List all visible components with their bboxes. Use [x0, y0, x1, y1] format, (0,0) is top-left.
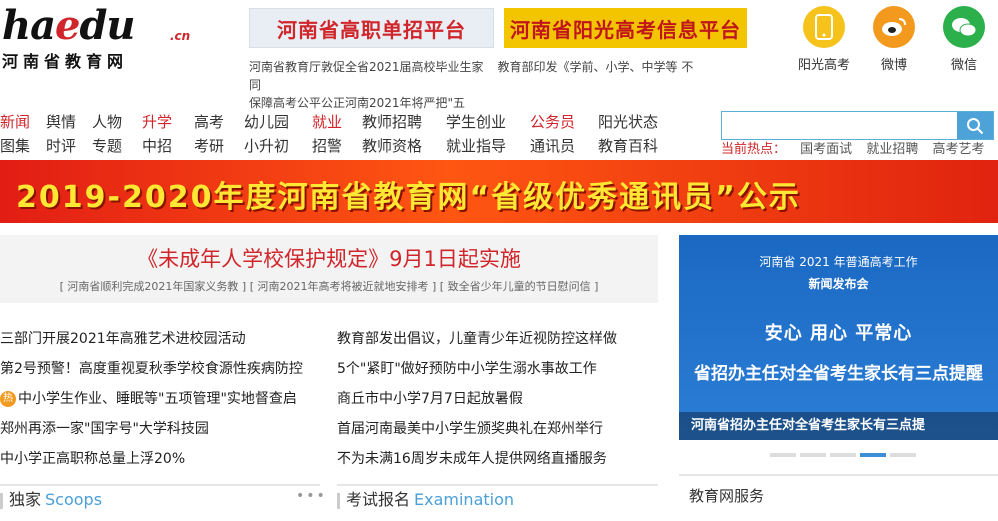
nav-row-secondary: 图集 时评 专题 中招 考研 小升初 招警 教师资格 就业指导 通讯员 教育百科 [0, 134, 700, 158]
more-icon[interactable]: ••• [296, 488, 327, 504]
nav-item-topics[interactable]: 专题 [92, 134, 128, 158]
nav-item-kindergarten[interactable]: 幼儿园 [244, 110, 298, 134]
news-link[interactable]: 首届河南最美中小学生颁奖典礼在郑州举行 [337, 421, 603, 437]
nav-item-zhongzhao[interactable]: 中招 [142, 134, 180, 158]
correspondent-announcement-banner[interactable]: 2019-2020年度河南省教育网“省级优秀通讯员”公示 [0, 160, 998, 223]
section-subtitle: Scoops [45, 490, 103, 509]
news-link[interactable]: 中小学正高职称总量上浮20% [0, 451, 185, 467]
nav-item-teacher-cert[interactable]: 教师资格 [362, 134, 432, 158]
search-button[interactable] [957, 112, 993, 139]
search-box [721, 111, 994, 140]
hot-topic-link[interactable]: 高考艺考 [932, 142, 984, 157]
nav-item-edu-wiki[interactable]: 教育百科 [598, 134, 668, 158]
weibo-link[interactable]: 微博 [862, 6, 926, 73]
headline-box: 《未成年人学校保护规定》9月1日起实施 [ 河南省顺利完成2021年国家义务教 … [0, 235, 658, 303]
slider-pager [770, 453, 920, 457]
site-logo[interactable]: haedu .cn 河南省教育网 [2, 2, 202, 72]
logo-subtitle: 河南省教育网 [2, 52, 129, 71]
nav-item-employment[interactable]: 就业 [312, 110, 348, 134]
wechat-link[interactable]: 微信 [932, 6, 996, 73]
slider-dot[interactable] [800, 453, 826, 457]
nav-item-gaokao[interactable]: 高考 [194, 110, 230, 134]
nav-item-people[interactable]: 人物 [92, 110, 128, 134]
promo-line: 河南省 2021 年普通高考工作 [759, 255, 918, 269]
nav-item-gallery[interactable]: 图集 [0, 134, 32, 158]
news-list-left: 三部门开展2021年高雅艺术进校园活动 第2号预警！高度重视夏秋季学校食源性疾病… [0, 324, 320, 474]
sub-headline-link[interactable]: [ 河南省顺利完成2021年国家义务教 ] [60, 280, 247, 293]
social-label: 阳光高考 [797, 58, 850, 73]
nav-item-news[interactable]: 新闻 [0, 110, 32, 134]
hot-topics-label: 当前热点： [721, 142, 787, 157]
search-input[interactable] [722, 112, 964, 138]
news-link[interactable]: 中小学生作业、睡眠等"五项管理"实地督查启 [18, 391, 297, 407]
news-link[interactable]: 三部门开展2021年高雅艺术进校园活动 [0, 331, 246, 347]
nav-item-civil-service[interactable]: 公务员 [530, 110, 584, 134]
social-label: 微博 [880, 58, 907, 73]
news-link[interactable]: 郑州再添一家"国字号"大学科技园 [0, 421, 209, 437]
news-list-right: 教育部发出倡议，儿童青少年近视防控这样做 5个"紧盯"做好预防中小学生溺水事故工… [337, 324, 657, 474]
scoops-section-header: 独家 Scoops [0, 484, 320, 516]
nav-item-student-startup[interactable]: 学生创业 [446, 110, 516, 134]
exam-section-header: 考试报名 Examination [337, 484, 658, 516]
header-ticker: 河南省教育厅敦促全省2021届高校毕业生家 教育部印发《学前、小学、中学等 不同 … [249, 58, 699, 112]
sub-headline-link[interactable]: [ 河南2021年高考将被近就地安排考 ] [250, 280, 437, 293]
phone-icon [803, 6, 845, 48]
weibo-icon [873, 6, 915, 48]
news-link[interactable]: 5个"紧盯"做好预防中小学生溺水事故工作 [337, 361, 597, 377]
section-marker [337, 492, 340, 509]
nav-item-primary-to-middle[interactable]: 小升初 [244, 134, 298, 158]
nav-item-police[interactable]: 招警 [312, 134, 348, 158]
sub-headline-link[interactable]: [ 致全省少年儿童的节日慰问信 ] [440, 280, 599, 293]
news-link[interactable]: 教育部发出倡议，儿童青少年近视防控这样做 [337, 331, 617, 347]
slider-dot-active[interactable] [860, 453, 886, 457]
news-link[interactable]: 不为未满16周岁未成年人提供网络直播服务 [337, 451, 607, 467]
headline-sub-links: [ 河南省顺利完成2021年国家义务教 ] [ 河南2021年高考将被近就地安排… [0, 278, 658, 294]
service-section-header: 教育网服务 [679, 474, 998, 514]
section-subtitle: Examination [414, 490, 515, 509]
promo-line: 安心 用心 平常心 [764, 323, 913, 344]
nav-item-career-guide[interactable]: 就业指导 [446, 134, 516, 158]
hot-topic-link[interactable]: 就业招聘 [866, 142, 918, 157]
nav-item-sunshine-status[interactable]: 阳光状态 [598, 110, 668, 134]
section-title: 独家 [9, 490, 42, 509]
promo-caption: 河南省招办主任对全省考生家长有三点提 [679, 412, 998, 440]
nav-item-postgrad[interactable]: 考研 [194, 134, 230, 158]
slider-dot[interactable] [830, 453, 856, 457]
logo-wordmark: haedu [2, 2, 136, 49]
banner-headline: 2019-2020年度河南省教育网“省级优秀通讯员”公示 [16, 180, 801, 215]
sunshine-gaokao-banner[interactable]: 河南省阳光高考信息平台 [504, 8, 747, 48]
nav-item-teacher-recruit[interactable]: 教师招聘 [362, 110, 432, 134]
nav-item-commentary[interactable]: 时评 [46, 134, 78, 158]
promo-line: 省招办主任对全省考生家长有三点提醒 [694, 364, 983, 384]
ticker-link[interactable]: 保障高考公平公正河南2021年将严把"五 [249, 96, 465, 110]
slider-dot[interactable] [890, 453, 916, 457]
nav-item-opinion[interactable]: 舆情 [46, 110, 78, 134]
hot-topics: 当前热点： 国考面试 就业招聘 高考艺考 [721, 141, 994, 159]
headline-title[interactable]: 《未成年人学校保护规定》9月1日起实施 [0, 243, 658, 273]
nav-item-admission[interactable]: 升学 [142, 110, 180, 134]
vocational-admission-banner[interactable]: 河南省高职单招平台 [249, 8, 494, 48]
news-link[interactable]: 商丘市中小学7月7日起放暑假 [337, 391, 523, 407]
hot-topic-link[interactable]: 国考面试 [800, 142, 852, 157]
slider-dot[interactable] [770, 453, 796, 457]
main-nav: 新闻 舆情 人物 升学 高考 幼儿园 就业 教师招聘 学生创业 公务员 阳光状态… [0, 110, 700, 158]
sunshine-gaokao-link[interactable]: 阳光高考 [792, 6, 856, 73]
promo-slide[interactable]: 河南省 2021 年普通高考工作 新闻发布会 安心 用心 平常心 省招办主任对全… [679, 235, 998, 440]
logo-domain: .cn [170, 29, 191, 43]
section-marker [0, 492, 3, 509]
hot-badge-icon: 热 [0, 391, 16, 407]
nav-item-correspondents[interactable]: 通讯员 [530, 134, 584, 158]
search-icon [967, 117, 984, 134]
section-title: 考试报名 [346, 490, 411, 509]
ticker-link[interactable]: 河南省教育厅敦促全省2021届高校毕业生家 [249, 60, 484, 74]
social-label: 微信 [950, 58, 977, 73]
wechat-icon [943, 6, 985, 48]
news-link[interactable]: 第2号预警！高度重视夏秋季学校食源性疾病防控 [0, 361, 303, 377]
nav-row-primary: 新闻 舆情 人物 升学 高考 幼儿园 就业 教师招聘 学生创业 公务员 阳光状态 [0, 110, 700, 134]
promo-line: 新闻发布会 [808, 277, 869, 291]
